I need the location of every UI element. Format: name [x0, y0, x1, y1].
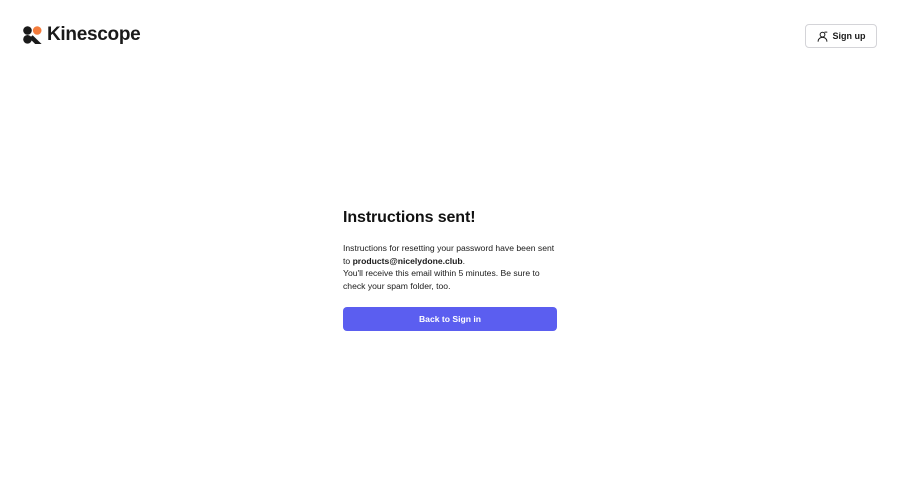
top-header: Kinescope Sign up — [0, 0, 900, 70]
sign-up-label: Sign up — [832, 31, 866, 41]
message-email-suffix: . — [462, 255, 466, 266]
kinescope-logo-icon — [23, 26, 42, 44]
brand-name: Kinescope — [47, 24, 141, 45]
back-to-sign-in-button[interactable]: Back to Sign in — [343, 307, 557, 331]
page-title: Instructions sent! — [343, 209, 476, 226]
confirmation-message: Instructions for resetting your password… — [343, 242, 558, 292]
confirmation-card: Instructions sent! Instructions for rese… — [343, 208, 558, 331]
message-delivery-note: You'll receive this email within 5 minut… — [343, 268, 540, 291]
sign-up-button[interactable]: Sign up — [805, 24, 877, 48]
page: Kinescope Sign up Instructions sent! Ins… — [0, 0, 900, 484]
recipient-email: products@nicelydone.club — [352, 255, 463, 266]
user-icon — [817, 31, 827, 42]
brand-logo[interactable]: Kinescope — [23, 24, 141, 46]
